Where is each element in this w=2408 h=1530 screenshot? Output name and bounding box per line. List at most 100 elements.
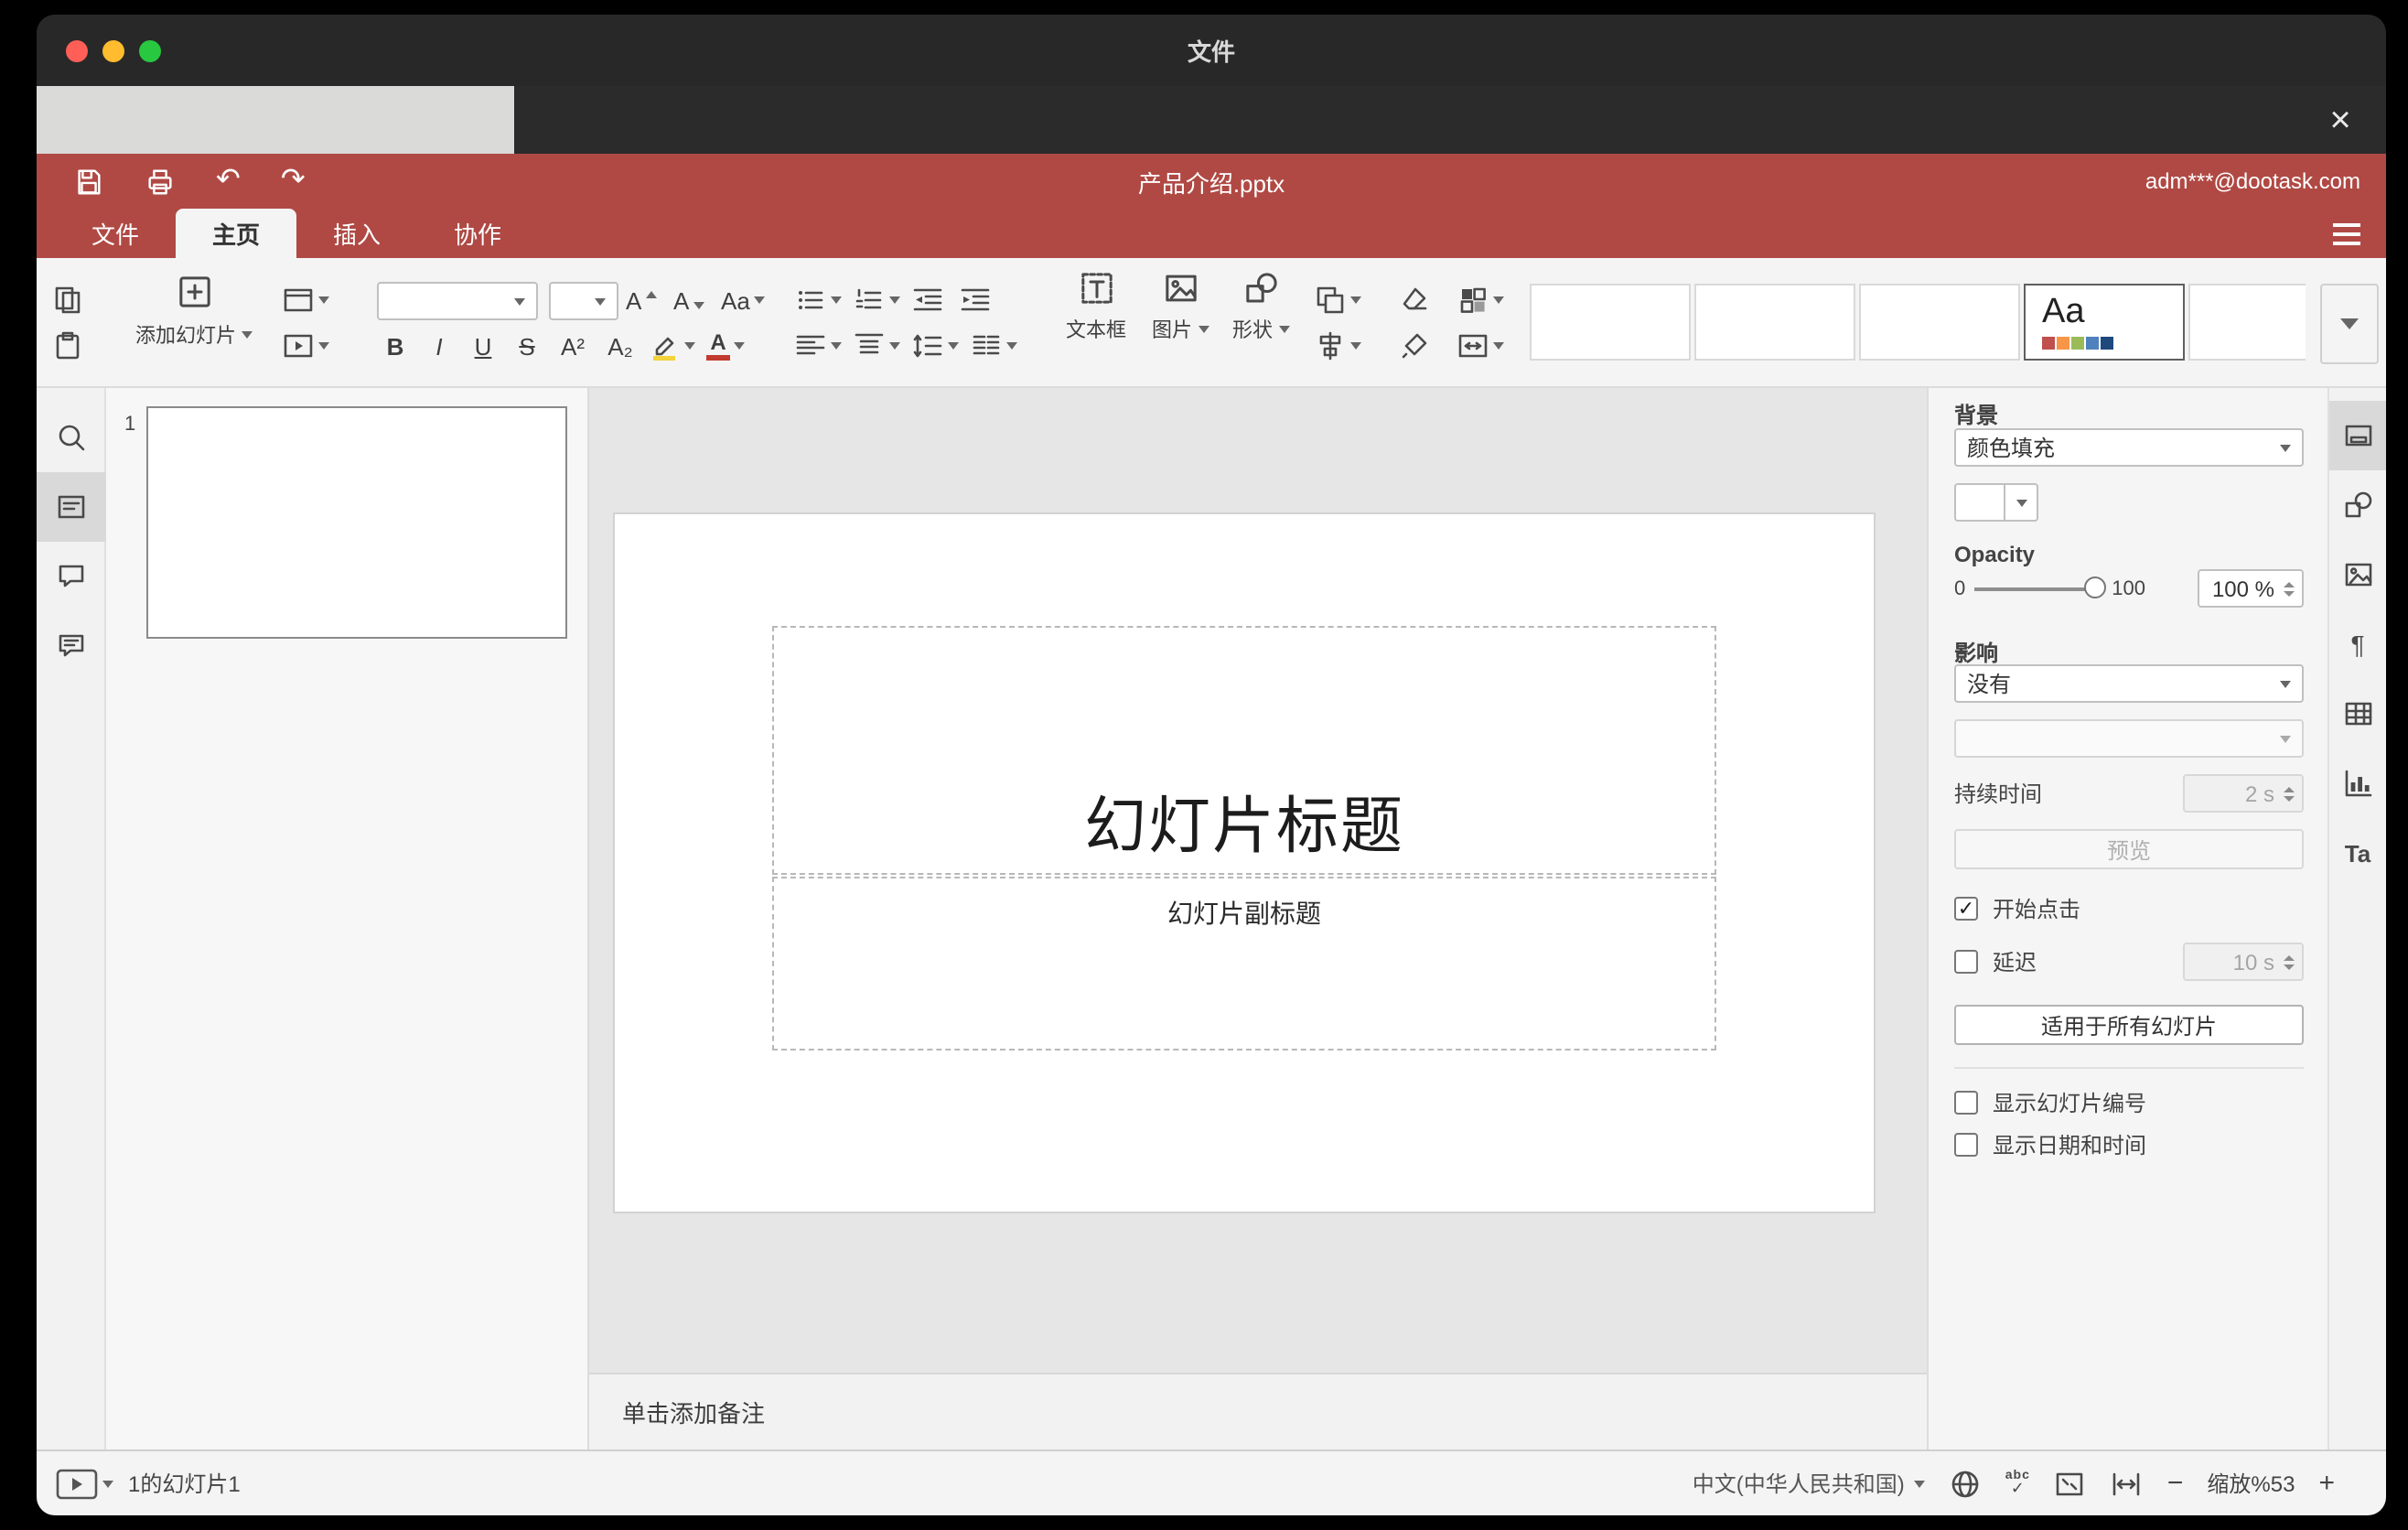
insert-shape-button[interactable]: 形状	[1222, 269, 1299, 344]
textart-settings-tab[interactable]: Ta	[2329, 818, 2386, 888]
gallery-expand-button[interactable]	[2320, 284, 2379, 364]
superscript-button[interactable]: A²	[553, 326, 593, 366]
font-color-button[interactable]: A	[706, 326, 745, 366]
add-slide-button[interactable]: 添加幻灯片	[110, 273, 278, 350]
theme-option[interactable]	[1694, 284, 1855, 361]
close-window-button[interactable]	[66, 40, 88, 62]
arrange-button[interactable]	[1314, 280, 1361, 320]
slide-subtitle-placeholder[interactable]: 幻灯片副标题	[772, 877, 1716, 1051]
zoom-in-button[interactable]: +	[2318, 1468, 2335, 1499]
table-settings-tab[interactable]	[2329, 679, 2386, 749]
globe-icon[interactable]	[1949, 1467, 1982, 1500]
opacity-slider[interactable]	[1974, 576, 2107, 598]
delay-checkbox[interactable]	[1954, 950, 1978, 974]
theme-option[interactable]	[1859, 284, 2020, 361]
comments-tab[interactable]	[37, 542, 106, 611]
copy-button[interactable]	[51, 280, 84, 320]
chevron-down-icon	[734, 342, 745, 350]
decrease-font-button[interactable]: A	[673, 280, 704, 320]
slide-settings-tab[interactable]	[2329, 401, 2386, 470]
opacity-spinner[interactable]: 100 %	[2198, 569, 2304, 608]
chevron-down-icon	[1350, 296, 1361, 304]
start-click-checkbox[interactable]: ✓	[1954, 897, 1978, 921]
font-size-select[interactable]	[549, 282, 618, 320]
insert-textbox-button[interactable]: 文本框	[1054, 269, 1138, 344]
bullet-list-button[interactable]	[794, 280, 842, 320]
italic-button[interactable]: I	[421, 326, 457, 366]
slide-canvas[interactable]: 幻灯片标题 幻灯片副标题	[615, 514, 1874, 1212]
fill-color-picker[interactable]	[1954, 483, 2038, 522]
shape-settings-tab[interactable]	[2329, 470, 2386, 540]
language-select[interactable]: 中文(中华人民共和国)	[1693, 1463, 1925, 1503]
line-spacing-button[interactable]	[911, 326, 959, 366]
show-date-checkbox[interactable]	[1954, 1133, 1978, 1157]
spellcheck-button[interactable]: abc ✓	[2005, 1470, 2030, 1497]
slide-thumbnail[interactable]	[146, 406, 567, 639]
numbered-list-button[interactable]	[853, 280, 900, 320]
opacity-value: 100 %	[2211, 576, 2274, 601]
align-objects-button[interactable]	[1314, 326, 1361, 366]
preview-button[interactable]: 预览	[1954, 829, 2304, 869]
delay-row: 延迟 10 s	[1954, 943, 2304, 981]
background-section-label: 背景	[1954, 403, 1999, 428]
slide-title-placeholder[interactable]: 幻灯片标题	[772, 626, 1716, 875]
tab-home[interactable]: 主页	[176, 209, 296, 258]
start-slideshow-button[interactable]	[282, 326, 329, 366]
theme-option-selected[interactable]: Aa	[2024, 284, 2185, 361]
vertical-align-button[interactable]	[853, 326, 900, 366]
apply-to-all-button[interactable]: 适用于所有幻灯片	[1954, 1005, 2304, 1045]
fill-type-select[interactable]: 颜色填充	[1954, 428, 2304, 467]
search-button[interactable]	[37, 403, 106, 472]
effect-type-select[interactable]	[1954, 719, 2304, 758]
horizontal-align-button[interactable]	[794, 326, 842, 366]
show-slide-number-checkbox[interactable]	[1954, 1091, 1978, 1115]
theme-option[interactable]	[1530, 284, 1691, 361]
theme-option[interactable]	[2188, 284, 2306, 361]
chevron-down-icon	[2280, 680, 2291, 687]
color-scheme-button[interactable]	[1457, 280, 1504, 320]
highlight-color-button[interactable]	[648, 326, 695, 366]
slide-size-button[interactable]	[1457, 326, 1504, 366]
fit-width-icon[interactable]	[2111, 1467, 2144, 1500]
paragraph-settings-tab[interactable]: ¶	[2329, 609, 2386, 679]
bold-button[interactable]: B	[377, 326, 414, 366]
tab-collaboration[interactable]: 协作	[417, 209, 538, 258]
decrease-indent-button[interactable]	[911, 280, 944, 320]
paste-button[interactable]	[51, 326, 84, 366]
fill-type-value: 颜色填充	[1967, 436, 2056, 461]
zoom-window-button[interactable]	[139, 40, 161, 62]
notes-area[interactable]: 单击添加备注	[589, 1373, 1927, 1449]
opacity-slider-knob[interactable]	[2084, 576, 2107, 598]
chart-settings-tab[interactable]	[2329, 749, 2386, 818]
delay-spinner[interactable]: 10 s	[2183, 943, 2304, 981]
chevron-down-icon	[318, 342, 329, 350]
change-case-button[interactable]: Aa	[721, 280, 765, 320]
increase-indent-button[interactable]	[959, 280, 992, 320]
clear-style-button[interactable]	[1398, 280, 1431, 320]
chevron-down-icon	[889, 296, 900, 304]
underline-button[interactable]: U	[465, 326, 501, 366]
font-name-select[interactable]	[377, 282, 538, 320]
duration-spinner[interactable]: 2 s	[2183, 774, 2304, 813]
start-slideshow-status-button[interactable]	[55, 1463, 113, 1503]
fit-slide-icon[interactable]	[2054, 1467, 2087, 1500]
menu-icon[interactable]	[2333, 223, 2360, 245]
columns-button[interactable]	[970, 326, 1017, 366]
zoom-out-button[interactable]: −	[2167, 1468, 2184, 1499]
language-label: 中文(中华人民共和国)	[1692, 1471, 1905, 1497]
strikethrough-button[interactable]: S	[509, 326, 545, 366]
tab-insert[interactable]: 插入	[296, 209, 417, 258]
slide-layout-button[interactable]	[282, 280, 329, 320]
tab-file[interactable]: 文件	[55, 209, 176, 258]
increase-font-button[interactable]: A	[626, 280, 657, 320]
chat-tab[interactable]	[37, 611, 106, 681]
close-icon[interactable]: ×	[2317, 97, 2364, 145]
image-settings-tab[interactable]	[2329, 540, 2386, 609]
effect-select[interactable]: 没有	[1954, 664, 2304, 703]
copy-icon	[55, 286, 81, 314]
insert-image-button[interactable]: 图片	[1142, 269, 1219, 344]
copy-style-button[interactable]	[1398, 326, 1431, 366]
minimize-window-button[interactable]	[102, 40, 124, 62]
thumbnails-tab[interactable]	[37, 472, 106, 542]
subscript-button[interactable]: A₂	[600, 326, 640, 366]
